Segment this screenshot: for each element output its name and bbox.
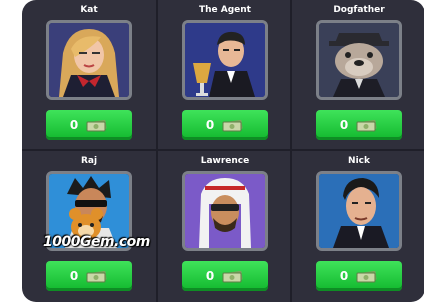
- cash-bill-icon: [356, 270, 377, 283]
- character-card-the-agent[interactable]: The Agent 0: [158, 0, 292, 150]
- character-portrait-lawrence[interactable]: [182, 171, 268, 251]
- the-agent-portrait-image: [185, 23, 265, 97]
- character-select-panel: Kat 0 The Agent 0 Dogfather 0 Raj 0 Lawr…: [22, 0, 424, 302]
- character-portrait-dogfather[interactable]: [316, 20, 402, 100]
- buy-button[interactable]: 0: [182, 261, 268, 291]
- cash-bill-icon: [222, 270, 243, 283]
- balance-value: 0: [205, 269, 215, 283]
- nick-portrait-image: [319, 174, 399, 248]
- character-card-kat[interactable]: Kat 0: [22, 0, 156, 150]
- cash-bill-icon: [86, 270, 107, 283]
- dogfather-portrait-image: [319, 23, 399, 97]
- cash-bill-icon: [356, 119, 377, 132]
- watermark-text: 1000Gem.com: [43, 234, 150, 250]
- balance-value: 0: [339, 269, 349, 283]
- buy-button[interactable]: 0: [46, 110, 132, 140]
- lawrence-portrait-image: [185, 174, 265, 248]
- balance-value: 0: [69, 118, 79, 132]
- buy-button[interactable]: 0: [182, 110, 268, 140]
- character-name: Dogfather: [333, 5, 385, 15]
- balance-value: 0: [339, 118, 349, 132]
- buy-button[interactable]: 0: [316, 261, 402, 291]
- character-name: Lawrence: [200, 156, 250, 166]
- character-name: Nick: [348, 156, 370, 166]
- character-name: Kat: [80, 5, 98, 15]
- cash-bill-icon: [222, 119, 243, 132]
- kat-portrait-image: [49, 23, 129, 97]
- cash-bill-icon: [86, 119, 107, 132]
- character-card-dogfather[interactable]: Dogfather 0: [292, 0, 424, 150]
- character-portrait-nick[interactable]: [316, 171, 402, 251]
- character-card-lawrence[interactable]: Lawrence 0: [158, 151, 292, 301]
- balance-value: 0: [205, 118, 215, 132]
- balance-value: 0: [69, 269, 79, 283]
- character-portrait-the-agent[interactable]: [182, 20, 268, 100]
- character-name: The Agent: [198, 5, 251, 15]
- character-name: Raj: [80, 156, 98, 166]
- buy-button[interactable]: 0: [46, 261, 132, 291]
- buy-button[interactable]: 0: [316, 110, 402, 140]
- character-card-nick[interactable]: Nick 0: [292, 151, 424, 301]
- character-portrait-kat[interactable]: [46, 20, 132, 100]
